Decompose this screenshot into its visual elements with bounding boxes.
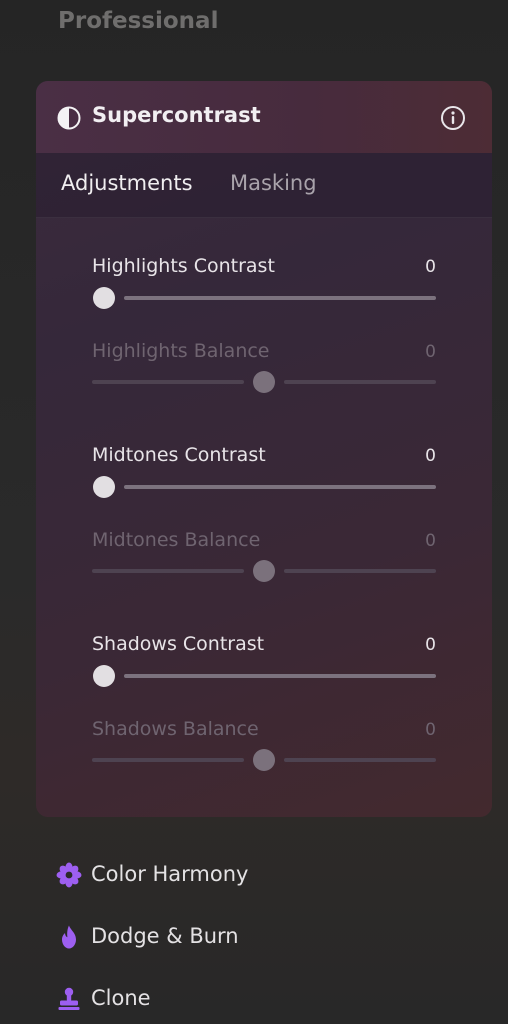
- flame-icon: [62, 925, 76, 949]
- tab-adjustments[interactable]: Adjustments: [61, 171, 193, 195]
- tab-masking[interactable]: Masking: [230, 171, 317, 195]
- panel-header[interactable]: Supercontrast: [36, 81, 492, 153]
- info-icon[interactable]: [440, 105, 466, 131]
- shadows-balance-track-left: [92, 758, 244, 762]
- panel-tabs: Adjustments Masking: [36, 153, 492, 218]
- highlights-balance-track-right: [284, 380, 436, 384]
- supercontrast-panel: Supercontrast Adjustments Masking Highli…: [36, 81, 492, 817]
- slider-label-shadows-balance: Shadows Balance: [92, 718, 259, 740]
- slider-value-midtones-balance: 0: [425, 531, 436, 551]
- midtones-balance-track-left: [92, 569, 244, 573]
- panel-title: Supercontrast: [92, 103, 261, 127]
- slider-value-highlights-balance: 0: [425, 342, 436, 362]
- slider-value-highlights-contrast: 0: [425, 257, 436, 277]
- slider-label-highlights-balance: Highlights Balance: [92, 340, 270, 362]
- shadows-balance-track-right: [284, 758, 436, 762]
- flower-icon: [56, 862, 82, 888]
- highlights-balance-track-left: [92, 380, 244, 384]
- tool-clone[interactable]: Clone: [56, 984, 316, 1014]
- tool-color-harmony[interactable]: Color Harmony: [56, 860, 316, 890]
- shadows-contrast-track[interactable]: [124, 674, 436, 678]
- midtones-contrast-knob[interactable]: [93, 476, 115, 498]
- slider-label-highlights-contrast: Highlights Contrast: [92, 255, 275, 277]
- section-title: Professional: [58, 8, 219, 34]
- slider-value-shadows-balance: 0: [425, 720, 436, 740]
- slider-label-midtones-balance: Midtones Balance: [92, 529, 261, 551]
- slider-value-midtones-contrast: 0: [425, 446, 436, 466]
- tool-dodge-burn[interactable]: Dodge & Burn: [56, 922, 316, 952]
- stamp-icon: [58, 987, 80, 1010]
- shadows-balance-knob: [253, 749, 275, 771]
- midtones-balance-knob: [253, 560, 275, 582]
- app-screen: Professional Supercontrast Adjustments M…: [0, 0, 508, 1024]
- shadows-contrast-knob[interactable]: [93, 665, 115, 687]
- slider-value-shadows-contrast: 0: [425, 635, 436, 655]
- tool-label-dodge-burn: Dodge & Burn: [91, 924, 239, 948]
- contrast-icon: [57, 106, 81, 130]
- tool-label-color-harmony: Color Harmony: [91, 862, 249, 886]
- midtones-contrast-track[interactable]: [124, 485, 436, 489]
- highlights-contrast-track[interactable]: [124, 296, 436, 300]
- slider-label-midtones-contrast: Midtones Contrast: [92, 444, 266, 466]
- tool-label-clone: Clone: [91, 986, 151, 1010]
- slider-label-shadows-contrast: Shadows Contrast: [92, 633, 265, 655]
- highlights-contrast-knob[interactable]: [93, 287, 115, 309]
- highlights-balance-knob: [253, 371, 275, 393]
- midtones-balance-track-right: [284, 569, 436, 573]
